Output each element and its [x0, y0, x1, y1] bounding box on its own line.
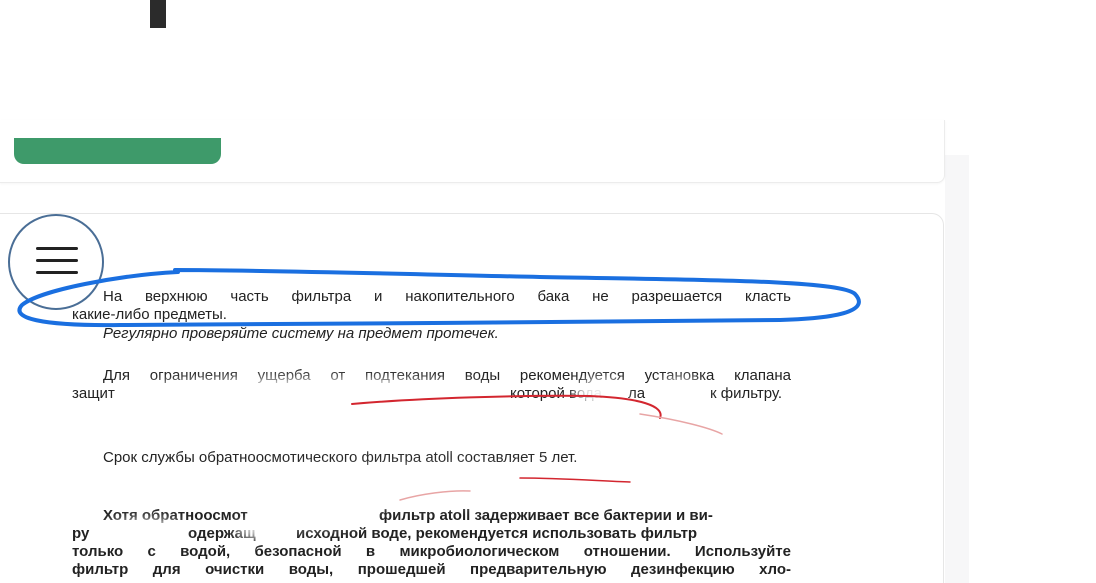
erase-smudge [655, 379, 705, 407]
doc-line-9: только с водой, безопасной в микробиолог… [72, 543, 791, 560]
erase-smudge [90, 468, 750, 504]
doc-line-2: какие-либо предметы. [72, 306, 227, 323]
erase-smudge [235, 520, 293, 538]
erase-smudge [120, 379, 505, 407]
doc-line-5a: защит [72, 385, 115, 402]
green-action-button[interactable] [14, 138, 221, 164]
cropped-glyph [150, 0, 166, 28]
doc-line-8a: ру [72, 525, 90, 542]
menu-button[interactable] [36, 247, 80, 281]
page: На верхнюю часть фильтра и накопительног… [0, 0, 1096, 583]
doc-line-6: Срок службы обратноосмотического фильтра… [103, 449, 578, 466]
erase-smudge [105, 520, 185, 538]
hamburger-menu-icon [36, 247, 78, 250]
side-panel [945, 155, 969, 583]
doc-line-5d: к фильтру. [710, 385, 783, 402]
doc-line-10: фильтр для очистки воды, прошедшей предв… [72, 561, 791, 578]
doc-line-3: Регулярно проверяйте систему на предмет … [103, 325, 499, 342]
erase-smudge [575, 379, 627, 407]
doc-line-1: На верхнюю часть фильтра и накопительног… [103, 288, 791, 305]
erase-smudge [70, 412, 770, 446]
doc-line-8c: исходной воде, рекомендуется использоват… [296, 525, 698, 542]
doc-line-7b: фильтр atoll задерживает все бактерии и … [379, 507, 713, 524]
top-card [0, 120, 945, 183]
doc-line-5c: ла [628, 385, 646, 402]
